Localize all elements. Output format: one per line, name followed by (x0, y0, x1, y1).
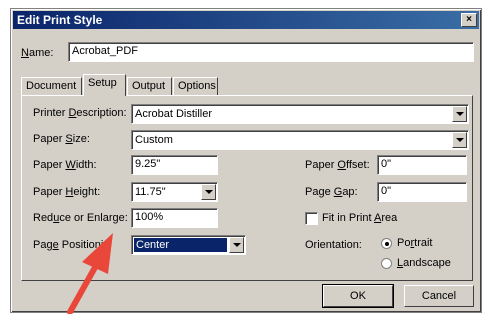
portrait-label-pre: Po (397, 237, 411, 249)
printer-description-value: Acrobat Distiller (135, 108, 213, 120)
paper-size-label-mnemonic: S (65, 133, 73, 145)
paper-width-label-mnemonic: W (65, 159, 76, 171)
fit-in-print-area-checkbox[interactable] (305, 212, 318, 225)
name-label-mnemonic: N (21, 47, 29, 59)
chevron-down-icon[interactable] (229, 237, 244, 253)
paper-offset-label-mnemonic: O (337, 159, 346, 171)
name-input[interactable]: Acrobat_PDF (68, 42, 474, 62)
ok-button[interactable]: OK (322, 284, 394, 308)
tab-options[interactable]: Options (173, 77, 218, 95)
page-positioning-label-pre: Pag (33, 239, 53, 251)
reduce-enlarge-input[interactable]: 100% (131, 208, 218, 228)
reduce-enlarge-label-pre: Red (33, 212, 54, 224)
printer-description-label: Printer Description: (33, 107, 127, 119)
fit-in-print-area-label[interactable]: Fit in Print Area (322, 212, 397, 224)
page-positioning-select[interactable]: Center (131, 235, 246, 255)
paper-offset-label-post: ffset: (345, 159, 370, 171)
paper-height-label-post: eight: (73, 186, 101, 198)
paper-height-label-pre: Paper (33, 186, 66, 198)
page-gap-label-pre: Page (305, 186, 334, 198)
reduce-enlarge-label-post: ce or Enlarge: (59, 212, 128, 224)
page-positioning-label: Page Positioni (33, 239, 103, 251)
paper-width-input[interactable]: 9.25" (131, 155, 218, 175)
name-label-rest: ame: (28, 47, 54, 59)
reduce-enlarge-label: Reduce or Enlarge: (33, 212, 128, 224)
close-button[interactable]: × (461, 13, 477, 27)
name-label: Name: (21, 47, 53, 59)
title-bar[interactable]: Edit Print Style × (13, 11, 479, 29)
portrait-radio[interactable] (381, 238, 392, 249)
page-positioning-value: Center (134, 238, 227, 252)
landscape-label-post: andscape (403, 257, 451, 269)
paper-height-select[interactable]: 11.75" (131, 182, 218, 202)
edit-print-style-dialog: Edit Print Style × Name: Acrobat_PDF Doc… (10, 8, 482, 313)
cancel-button[interactable]: Cancel (404, 285, 474, 307)
fit-in-print-area-label-pre: Fit in Print (322, 212, 374, 224)
printer-description-select[interactable]: Acrobat Distiller (131, 104, 469, 124)
chevron-down-icon[interactable] (452, 132, 467, 148)
paper-height-label: Paper Height: (33, 186, 100, 198)
printer-description-label-pre: Printer (33, 107, 69, 119)
paper-width-label-pre: Paper (33, 159, 66, 171)
page-positioning-label-post: Positioni (58, 239, 104, 251)
landscape-radio[interactable] (381, 258, 392, 269)
paper-offset-input[interactable]: 0" (377, 155, 467, 175)
landscape-label[interactable]: Landscape (397, 257, 451, 269)
page-gap-label: Page Gap: (305, 186, 358, 198)
setup-panel: Printer Description: Acrobat Distiller P… (21, 95, 473, 281)
page-gap-input[interactable]: 0" (377, 182, 467, 202)
dialog-title: Edit Print Style (17, 13, 103, 27)
chevron-down-icon[interactable] (201, 184, 216, 200)
paper-size-label: Paper Size: (33, 133, 90, 145)
paper-offset-label: Paper Offset: (305, 159, 370, 171)
paper-width-label-post: idth: (75, 159, 97, 171)
paper-height-value: 11.75" (135, 186, 166, 198)
paper-size-value: Custom (135, 134, 173, 146)
paper-size-label-post: ize: (72, 133, 90, 145)
orientation-label: Orientation: (305, 239, 362, 251)
printer-description-label-post: escription: (76, 107, 127, 119)
tab-output[interactable]: Output (127, 77, 172, 95)
paper-size-select[interactable]: Custom (131, 130, 469, 150)
portrait-radio-dot (385, 242, 389, 246)
fit-in-print-area-label-post: rea (381, 212, 398, 224)
chevron-down-icon[interactable] (452, 106, 467, 122)
paper-offset-label-pre: Paper (305, 159, 338, 171)
portrait-label[interactable]: Portrait (397, 237, 432, 249)
tab-document[interactable]: Document (21, 77, 82, 95)
tab-setup[interactable]: Setup (83, 74, 126, 96)
paper-size-label-pre: Paper (33, 133, 66, 145)
portrait-label-post: trait (414, 237, 433, 249)
paper-width-label: Paper Width: (33, 159, 97, 171)
page-gap-label-post: ap: (342, 186, 358, 198)
